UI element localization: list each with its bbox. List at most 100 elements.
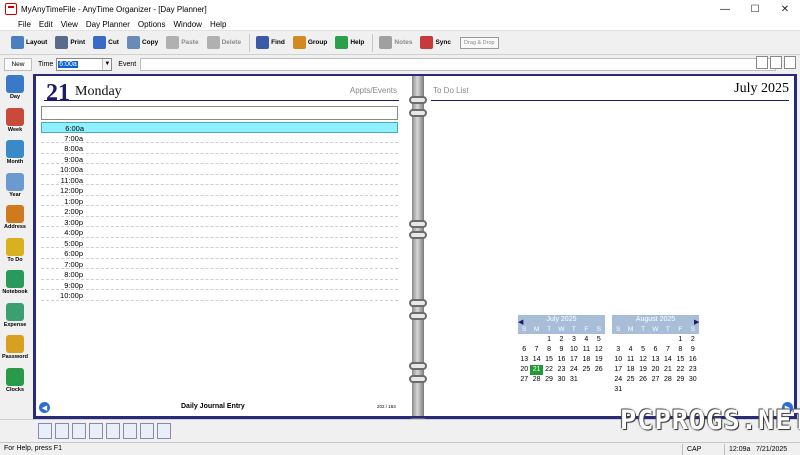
all-day-event-box[interactable] [41,106,398,120]
timeslot-row[interactable]: 3:00p [41,217,398,227]
calendar-day[interactable]: 11 [624,355,636,365]
paste-button[interactable]: Paste [163,33,201,53]
daily-journal-entry[interactable]: Daily Journal Entry [181,403,245,410]
menu-window[interactable]: Window [170,20,206,29]
calendar-day[interactable]: 18 [580,355,592,365]
menu-options[interactable]: Options [134,20,170,29]
calendar-day[interactable]: 23 [555,365,567,375]
calendar-day[interactable]: 10 [612,355,624,365]
next-month-arrow-icon[interactable]: ▶ [694,318,699,326]
timeslot-row[interactable]: 9:00p [41,280,398,290]
calendar-day[interactable]: 7 [530,345,542,355]
calendar-day[interactable]: 9 [555,345,567,355]
timeslot-row[interactable]: 6:00p [41,248,398,259]
calendar-day[interactable]: 1 [674,335,686,345]
calendar-day[interactable]: 24 [612,375,624,385]
page-tab-icon[interactable] [106,423,120,439]
calendar-day[interactable]: 16 [687,355,699,365]
timeslot-row[interactable]: 12:00p [41,185,398,196]
calendar-day[interactable]: 19 [593,355,605,365]
calendar-day[interactable]: 31 [612,385,624,395]
calendar-day[interactable]: 21 [530,365,543,375]
mini-calendar-title[interactable]: August 2025 [612,315,699,325]
calendar-day[interactable]: 8 [543,345,555,355]
timeslot-row[interactable]: 10:00p [41,290,398,301]
calendar-day[interactable]: 4 [580,335,592,345]
calendar-day[interactable]: 20 [518,365,530,375]
calendar-day[interactable]: 2 [555,335,567,345]
settings-tab-icon[interactable] [55,423,69,439]
menu-help[interactable]: Help [206,20,230,29]
timeslot-row[interactable]: 8:00p [41,269,398,280]
calendar-day[interactable]: 17 [568,355,580,365]
maximize-button[interactable]: ☐ [740,0,770,18]
calendar-day[interactable]: 5 [637,345,649,355]
timeslot-row[interactable]: 7:00p [41,259,398,269]
calendar-day[interactable]: 23 [687,365,699,375]
calendar-day[interactable]: 3 [568,335,580,345]
calendar-day[interactable]: 15 [674,355,686,365]
menu-edit[interactable]: Edit [35,20,57,29]
menu-day-planner[interactable]: Day Planner [82,20,134,29]
layout-tab-icon[interactable] [38,423,52,439]
calendar-day[interactable]: 7 [662,345,674,355]
calendar-day[interactable]: 29 [674,375,686,385]
nav-year[interactable]: Year [0,171,30,201]
nav-address[interactable]: Address [0,203,30,233]
nav-day[interactable]: Day [0,73,30,103]
nav-notebook[interactable]: Notebook [0,268,30,298]
minimize-button[interactable]: — [710,0,740,18]
delete-button[interactable]: Delete [204,33,245,53]
timeslot-row[interactable]: 11:00a [41,175,398,185]
find-tab-icon[interactable] [157,423,171,439]
calendar-day[interactable]: 5 [593,335,605,345]
calendar-day[interactable]: 9 [687,345,699,355]
calendar-day[interactable]: 30 [555,375,567,385]
calendar-day[interactable]: 25 [624,375,636,385]
calendar-day[interactable]: 14 [662,355,674,365]
calendar-day[interactable]: 13 [649,355,661,365]
calendar-day[interactable]: 16 [555,355,567,365]
calendar-day[interactable]: 2 [687,335,699,345]
calendar-day[interactable]: 12 [637,355,649,365]
timeslot-row[interactable]: 10:00a [41,164,398,175]
calendar-day[interactable]: 13 [518,355,530,365]
calendar-day[interactable]: 8 [674,345,686,355]
timeslot-row[interactable]: 7:00a [41,133,398,143]
copy-tab-icon[interactable] [89,423,103,439]
nav-clocks[interactable]: Clocks [0,366,30,396]
prev-day-arrow-icon[interactable]: ◀ [39,402,50,413]
page-edit-tab-icon[interactable] [123,423,137,439]
drag-drop-button[interactable]: Drag & Drop [460,36,499,49]
time-field[interactable]: 6:00a ▼ [56,57,113,71]
app-icon[interactable] [5,3,17,15]
menu-file[interactable]: File [0,20,35,29]
grid-view-icon[interactable] [784,56,796,69]
timeslot-row[interactable]: 9:00a [41,154,398,164]
attach-icon[interactable] [756,56,768,69]
calendar-day[interactable]: 10 [568,345,580,355]
calendar-day[interactable]: 15 [543,355,555,365]
print-button[interactable]: Print [52,33,88,53]
calendar-day[interactable]: 27 [649,375,661,385]
calendar-day[interactable]: 26 [593,365,605,375]
calendar-day[interactable]: 6 [649,345,661,355]
menu-view[interactable]: View [57,20,82,29]
chevron-down-icon[interactable]: ▼ [102,58,112,70]
mini-calendar-title[interactable]: July 2025 [518,315,605,325]
calendar-day[interactable]: 17 [612,365,624,375]
calendar-day[interactable]: 20 [649,365,661,375]
nav-expense[interactable]: Expense [0,301,30,331]
day-tab-icon[interactable] [72,423,86,439]
timeslot-row[interactable]: 5:00p [41,238,398,248]
calendar-day[interactable]: 25 [580,365,592,375]
calendar-day[interactable]: 29 [543,375,555,385]
new-entry-button[interactable]: New [4,57,32,71]
calendar-day[interactable]: 24 [568,365,580,375]
calendar-day[interactable]: 11 [580,345,592,355]
prev-month-arrow-icon[interactable]: ◀ [518,318,523,326]
sync-button[interactable]: Sync [417,33,454,53]
cut-button[interactable]: Cut [90,33,122,53]
calendar-day[interactable]: 18 [624,365,636,375]
calendar-day[interactable]: 14 [530,355,542,365]
